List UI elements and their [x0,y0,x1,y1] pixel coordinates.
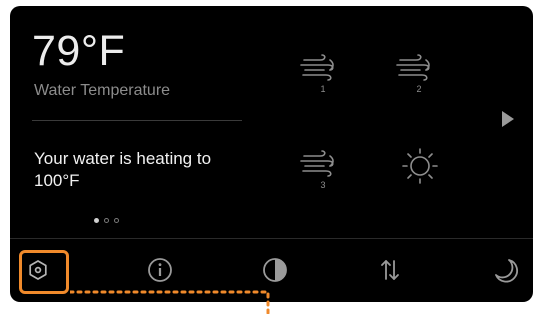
sun-icon [402,148,438,184]
moon-icon [495,259,518,283]
mode-number: 2 [416,84,421,94]
heat-element-3-icon: 3 [300,150,334,190]
page-indicator [94,218,119,223]
mode-number: 3 [320,180,325,190]
bottom-bar-divider [10,238,533,239]
page-dot-active [94,218,99,223]
solar-mode-button[interactable] [394,144,446,190]
heat-element-1-icon: 1 [300,54,334,94]
heat-element-1-button[interactable]: 1 [296,52,348,98]
heat-element-2-icon: 2 [396,54,430,94]
contrast-icon [263,258,287,282]
heat-element-3-button[interactable]: 3 [296,148,348,194]
page-dot [114,218,119,223]
heat-element-2-button[interactable]: 2 [392,52,444,98]
temperature-reading: 79°F [32,27,126,75]
night-mode-button[interactable] [491,256,519,284]
page-dot [104,218,109,223]
settings-highlight [19,250,69,294]
divider [32,120,242,121]
sort-arrows-icon [381,260,399,280]
info-icon [148,258,172,282]
sort-button[interactable] [376,256,404,284]
info-button[interactable] [146,256,174,284]
play-arrow-icon [502,111,514,127]
temperature-label: Water Temperature [34,82,171,99]
thermostat-screen: 79°F Water Temperature Your water is hea… [10,6,533,302]
mode-number: 1 [320,84,325,94]
callout-connector [68,288,270,316]
contrast-button[interactable] [261,256,289,284]
next-page-button[interactable] [501,110,515,128]
status-message: Your water is heating to 100°F [34,149,212,190]
screenshot-stage: 79°F Water Temperature Your water is hea… [0,0,538,316]
